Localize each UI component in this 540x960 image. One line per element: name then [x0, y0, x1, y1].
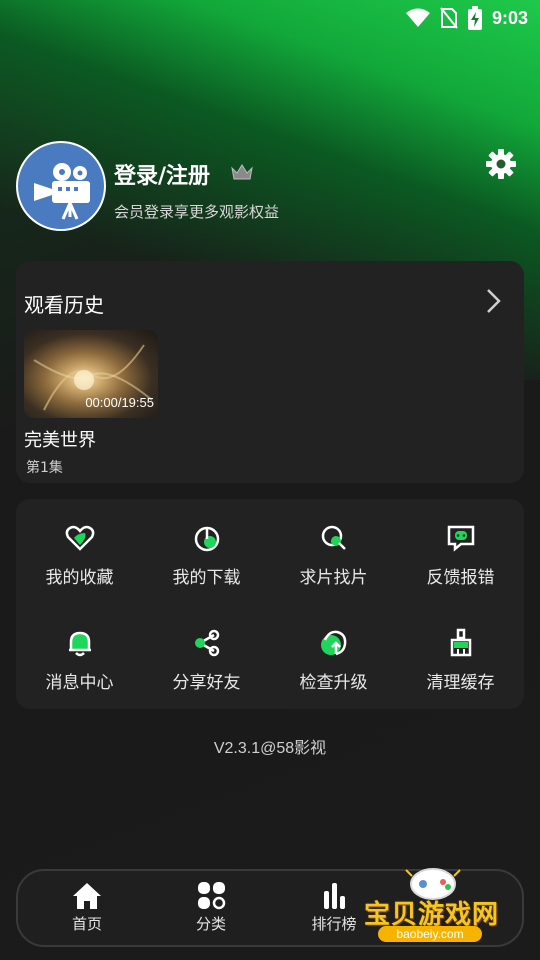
favorite-heart-icon — [65, 525, 94, 551]
nav-home[interactable]: 首页 — [47, 881, 127, 934]
message-center-button[interactable]: 消息中心 — [16, 604, 143, 694]
download-icon — [194, 526, 219, 552]
feature-label: 检查升级 — [299, 673, 368, 693]
movie-camera-icon — [34, 163, 90, 220]
feedback-button[interactable]: 反馈报错 — [397, 499, 524, 589]
broom-icon — [450, 628, 471, 657]
status-bar: 9:03 — [0, 0, 540, 36]
chevron-right-icon[interactable] — [484, 287, 504, 315]
check-update-button[interactable]: 检查升级 — [270, 604, 397, 694]
feature-label: 我的下载 — [172, 568, 241, 588]
watch-history-card: 观看历史 00:00/19:55 完美世界 第1集 — [16, 261, 524, 483]
feature-label: 我的收藏 — [45, 568, 114, 588]
category-icon — [198, 882, 226, 910]
watermark: 宝贝游戏网 baobeiy.com — [358, 862, 508, 952]
nav-label: 首页 — [71, 915, 102, 933]
watermark-url: baobeiy.com — [378, 926, 482, 942]
feedback-icon — [447, 525, 474, 552]
status-icons: 9:03 — [405, 6, 528, 30]
no-sim-icon — [440, 7, 458, 29]
feature-label: 反馈报错 — [426, 568, 495, 588]
ranking-icon — [324, 883, 345, 909]
search-movie-icon — [321, 525, 346, 550]
feature-label: 消息中心 — [45, 673, 114, 693]
history-item-episode: 第1集 — [26, 460, 63, 476]
battery-charging-icon — [467, 6, 482, 30]
share-icon — [194, 629, 219, 657]
history-thumbnail[interactable]: 00:00/19:55 — [24, 330, 158, 418]
bell-icon — [68, 631, 91, 657]
upgrade-icon — [320, 630, 346, 656]
gear-icon[interactable] — [485, 148, 517, 180]
request-movie-button[interactable]: 求片找片 — [270, 499, 397, 589]
my-downloads-button[interactable]: 我的下载 — [143, 499, 270, 589]
wifi-icon — [405, 8, 430, 27]
playback-progress: 00:00/19:55 — [85, 395, 154, 410]
login-subtitle: 会员登录享更多观影权益 — [114, 203, 280, 221]
app-version: V2.3.1@58影视 — [213, 740, 327, 757]
login-register-link[interactable]: 登录/注册 — [114, 158, 210, 190]
status-time: 9:03 — [491, 7, 528, 28]
feature-label: 清理缓存 — [426, 673, 495, 693]
feature-label: 求片找片 — [299, 568, 368, 588]
nav-label: 分类 — [195, 915, 226, 933]
avatar[interactable] — [16, 141, 106, 231]
clear-cache-button[interactable]: 清理缓存 — [397, 604, 524, 694]
my-favorites-button[interactable]: 我的收藏 — [16, 499, 143, 589]
nav-category[interactable]: 分类 — [171, 881, 251, 934]
feature-label: 分享好友 — [172, 673, 241, 693]
features-card: 我的收藏 我的下载 求片找片 反馈报错 消息中心 分享好友 检查升级 清理缓存 — [16, 499, 524, 709]
crown-icon — [231, 164, 253, 180]
home-icon — [73, 883, 101, 909]
share-friends-button[interactable]: 分享好友 — [143, 604, 270, 694]
history-title[interactable]: 观看历史 — [24, 289, 104, 318]
history-item-title[interactable]: 完美世界 — [24, 426, 96, 452]
